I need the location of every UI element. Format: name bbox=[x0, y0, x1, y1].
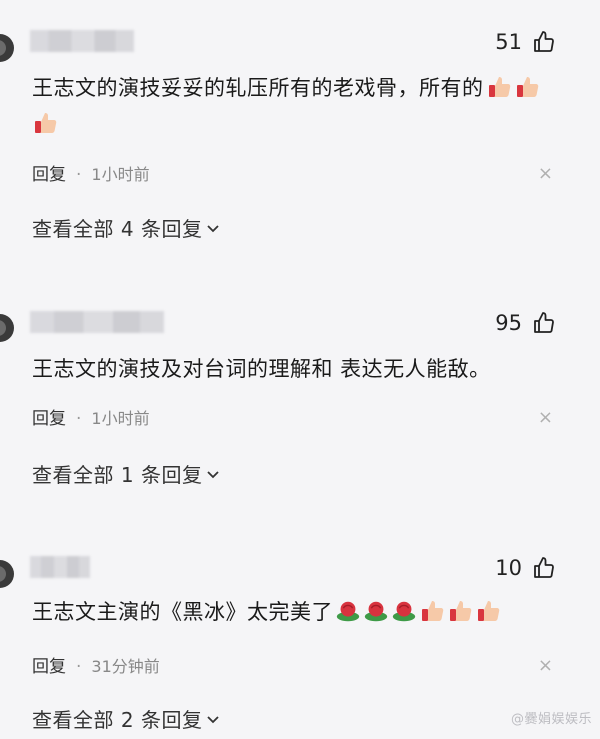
thumbs-up-icon[interactable] bbox=[532, 311, 556, 335]
like-count: 95 bbox=[495, 311, 522, 335]
comment-meta: 回复 · 1小时前 bbox=[32, 404, 150, 429]
view-replies-label: 查看全部 2 条回复 bbox=[32, 708, 203, 732]
close-icon[interactable]: × bbox=[538, 163, 553, 184]
thumbs-up-icon[interactable] bbox=[532, 30, 556, 54]
separator-dot: · bbox=[76, 409, 82, 429]
comment-text-content: 王志文的演技及对台词的理解和 表达无人能敌。 bbox=[32, 357, 491, 381]
avatar[interactable] bbox=[0, 314, 14, 342]
thumbs-up-emoji bbox=[478, 601, 500, 621]
thumbs-up-emoji bbox=[422, 601, 444, 621]
username-blurred[interactable] bbox=[30, 311, 164, 333]
view-replies-label: 查看全部 4 条回复 bbox=[32, 217, 203, 241]
view-replies-link[interactable]: 查看全部 4 条回复 bbox=[32, 213, 220, 242]
avatar[interactable] bbox=[0, 560, 14, 588]
timestamp: 1小时前 bbox=[91, 409, 150, 428]
watermark: @爨娟娱娱乐 bbox=[510, 712, 592, 727]
like-count: 51 bbox=[495, 30, 522, 54]
comment-meta: 回复 · 31分钟前 bbox=[32, 652, 160, 677]
thumbs-up-emoji bbox=[450, 601, 472, 621]
username-blurred[interactable] bbox=[30, 556, 90, 578]
close-icon[interactable]: × bbox=[538, 655, 553, 676]
reply-button[interactable]: 回复 bbox=[32, 657, 66, 677]
avatar[interactable] bbox=[0, 34, 14, 62]
comment-text: 王志文主演的《黑冰》太完美了 bbox=[32, 594, 570, 630]
chevron-down-icon bbox=[207, 716, 220, 724]
view-replies-link[interactable]: 查看全部 1 条回复 bbox=[32, 459, 220, 488]
thumbs-up-emoji bbox=[35, 113, 57, 133]
view-replies-link[interactable]: 查看全部 2 条回复 bbox=[32, 704, 220, 733]
reply-button[interactable]: 回复 bbox=[32, 165, 66, 185]
chevron-down-icon bbox=[207, 471, 220, 479]
thumbs-up-icon[interactable] bbox=[532, 556, 556, 580]
chevron-down-icon bbox=[207, 225, 220, 233]
username-blurred[interactable] bbox=[30, 30, 134, 52]
separator-dot: · bbox=[76, 657, 82, 677]
thumbs-up-emoji bbox=[516, 77, 538, 97]
comment-text-content: 王志文的演技妥妥的轧压所有的老戏骨，所有的 bbox=[32, 76, 484, 100]
thumbs-up-emoji bbox=[488, 77, 510, 97]
rose-emoji bbox=[364, 601, 388, 622]
comment-text: 王志文的演技妥妥的轧压所有的老戏骨，所有的 bbox=[32, 70, 570, 142]
like-count: 10 bbox=[495, 556, 522, 580]
rose-emoji bbox=[336, 601, 360, 622]
view-replies-label: 查看全部 1 条回复 bbox=[32, 463, 203, 487]
comment-text: 王志文的演技及对台词的理解和 表达无人能敌。 bbox=[32, 351, 570, 387]
rose-emoji bbox=[392, 601, 416, 622]
timestamp: 31分钟前 bbox=[91, 657, 160, 676]
comment-meta: 回复 · 1小时前 bbox=[32, 160, 150, 185]
timestamp: 1小时前 bbox=[91, 165, 150, 184]
separator-dot: · bbox=[76, 165, 82, 185]
comment-text-content: 王志文主演的《黑冰》太完美了 bbox=[32, 600, 333, 624]
close-icon[interactable]: × bbox=[538, 407, 553, 428]
reply-button[interactable]: 回复 bbox=[32, 409, 66, 429]
